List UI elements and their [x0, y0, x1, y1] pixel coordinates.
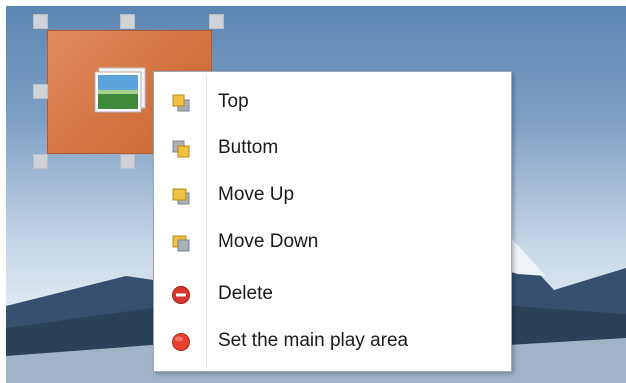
resize-handle-bottom[interactable] [120, 154, 135, 169]
delete-icon [172, 286, 190, 304]
menu-item-label: Top [218, 91, 249, 112]
main-area-icon [172, 333, 190, 351]
resize-handle-left[interactable] [33, 84, 48, 99]
send-to-bottom-icon [172, 140, 190, 158]
menu-item-label: Move Down [218, 231, 319, 252]
resize-handle-top-right[interactable] [209, 14, 224, 29]
menu-item-set-main-play-area[interactable]: Set the main play area [154, 318, 511, 364]
resize-handle-bottom-left[interactable] [33, 154, 48, 169]
menu-item-move-up[interactable]: Move Up [154, 172, 511, 218]
menu-item-label: Buttom [218, 137, 279, 158]
menu-item-bottom[interactable]: Buttom [154, 125, 511, 171]
menu-item-delete[interactable]: Delete [154, 271, 511, 317]
bring-to-top-icon [172, 94, 190, 112]
menu-item-move-down[interactable]: Move Down [154, 219, 511, 265]
move-down-icon [172, 235, 190, 252]
image-icon [94, 67, 146, 113]
menu-item-top[interactable]: Top [154, 79, 511, 125]
context-menu: Top Buttom Move Up Move Down Delete Set … [153, 71, 512, 372]
menu-item-label: Delete [218, 283, 273, 304]
resize-handle-top[interactable] [120, 14, 135, 29]
move-up-icon [172, 188, 190, 205]
resize-handle-top-left[interactable] [33, 14, 48, 29]
menu-item-label: Move Up [218, 184, 295, 205]
menu-item-label: Set the main play area [218, 330, 409, 351]
